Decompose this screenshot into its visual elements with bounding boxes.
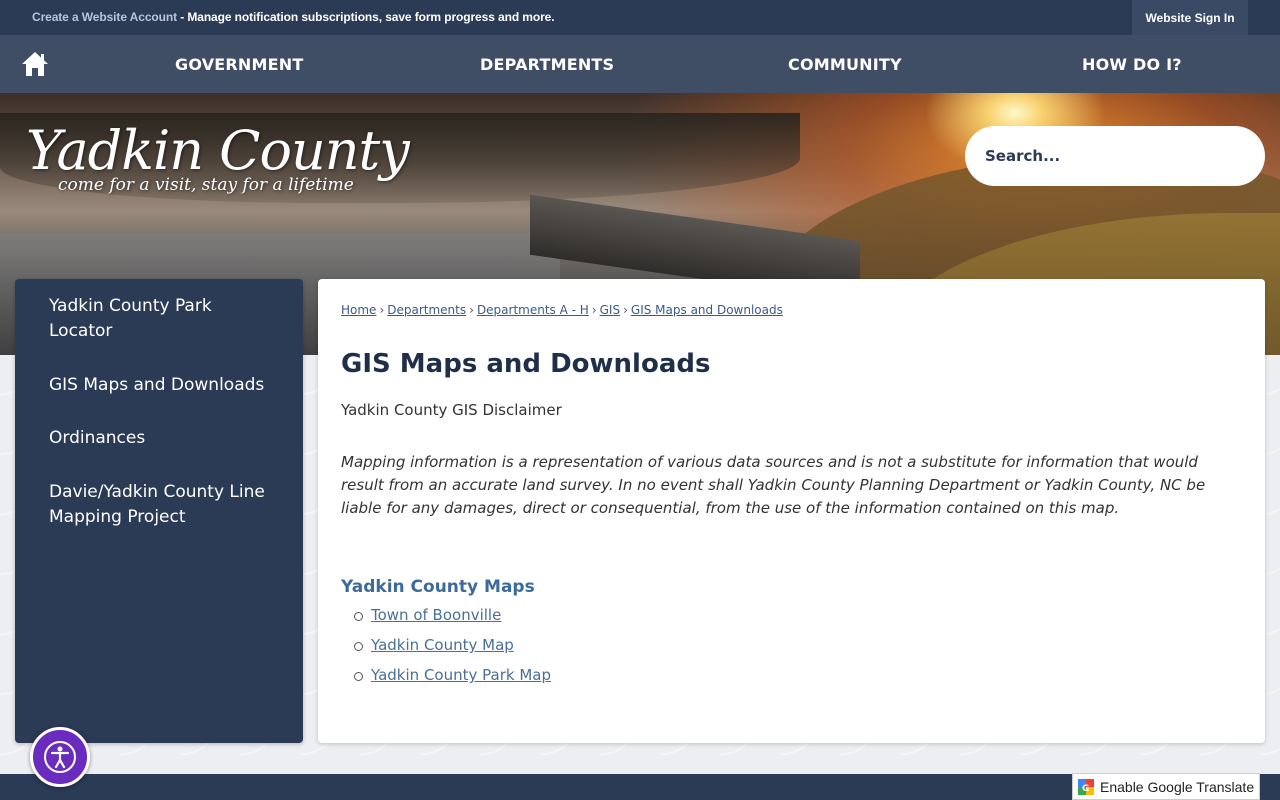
sidebar-nav: Yadkin County Park Locator GIS Maps and … (15, 279, 303, 743)
nav-item-community[interactable]: COMMUNITY (788, 35, 902, 93)
sidebar-item-park-locator[interactable]: Yadkin County Park Locator (49, 294, 279, 344)
disclaimer-title: Yadkin County GIS Disclaimer (341, 401, 562, 419)
nav-item-government[interactable]: GOVERNMENT (175, 35, 303, 93)
google-translate-icon: G (1078, 778, 1094, 795)
accessibility-icon[interactable] (30, 727, 90, 787)
breadcrumb-separator: › (379, 303, 385, 317)
google-translate-button[interactable]: G Enable Google Translate (1072, 773, 1260, 800)
sidebar-item-gis-maps[interactable]: GIS Maps and Downloads (49, 373, 279, 398)
top-utility-bar: Create a Website Account - Manage notifi… (0, 0, 1280, 35)
breadcrumb: Home › Departments › Departments A - H › GIS › G… (341, 303, 783, 317)
nav-item-departments[interactable]: DEPARTMENTS (480, 35, 614, 93)
main-content: Home › Departments › Departments A - H › GIS › G… (318, 279, 1265, 743)
main-nav: GOVERNMENT DEPARTMENTS COMMUNITY HOW DO … (0, 35, 1280, 93)
maps-heading: Yadkin County Maps (341, 577, 535, 597)
list-item: Yadkin County Park Map (354, 663, 551, 693)
site-logo[interactable]: Yadkin County come for a visit, stay for… (26, 119, 410, 196)
account-message: Create a Website Account - Manage notifi… (32, 10, 555, 24)
breadcrumb-home[interactable]: Home (341, 303, 376, 317)
create-account-link[interactable]: Create a Website Account (32, 10, 177, 24)
nav-item-how-do-i[interactable]: HOW DO I? (1082, 35, 1182, 93)
account-message-text: - Manage notification subscriptions, sav… (176, 10, 555, 24)
search-input[interactable] (985, 147, 1205, 165)
home-icon[interactable] (20, 50, 50, 78)
map-link-park-map[interactable]: Yadkin County Park Map (371, 666, 551, 684)
breadcrumb-departments-a-h[interactable]: Departments A - H (477, 303, 589, 317)
list-item: Yadkin County Map (354, 633, 551, 663)
sidebar-item-ordinances[interactable]: Ordinances (49, 426, 279, 451)
breadcrumb-gis-maps[interactable]: GIS Maps and Downloads (631, 303, 783, 317)
map-link-boonville[interactable]: Town of Boonville (371, 606, 501, 624)
breadcrumb-departments[interactable]: Departments (387, 303, 466, 317)
list-item: Town of Boonville (354, 603, 551, 633)
logo-name: Yadkin County (26, 119, 410, 182)
sidebar-item-county-line-project[interactable]: Davie/Yadkin County Line Mapping Project (49, 480, 279, 530)
breadcrumb-separator: › (623, 303, 628, 317)
map-link-county-map[interactable]: Yadkin County Map (371, 636, 514, 654)
website-sign-in-button[interactable]: Website Sign In (1132, 0, 1248, 35)
search-box (965, 126, 1265, 186)
maps-list: Town of Boonville Yadkin County Map Yadk… (354, 603, 551, 693)
translate-label: Enable Google Translate (1100, 778, 1255, 795)
svg-text:G: G (1082, 784, 1089, 794)
breadcrumb-separator: › (591, 303, 597, 317)
breadcrumb-gis[interactable]: GIS (600, 303, 620, 317)
page-title: GIS Maps and Downloads (341, 349, 711, 379)
breadcrumb-separator: › (469, 303, 474, 317)
disclaimer-text: Mapping information is a representation … (341, 453, 1206, 517)
